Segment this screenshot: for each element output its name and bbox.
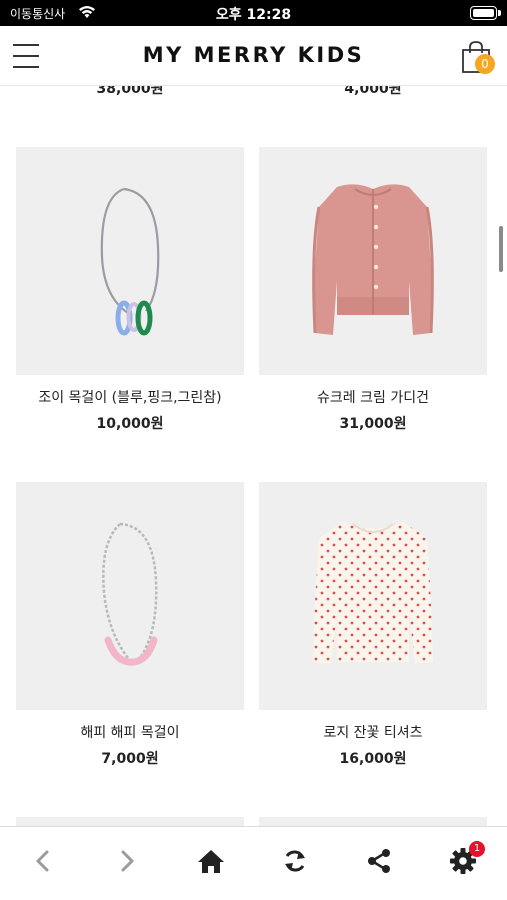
product-price: 10,000원 bbox=[96, 416, 164, 432]
product-image[interactable] bbox=[259, 817, 487, 826]
product-image[interactable] bbox=[259, 147, 487, 375]
product-image[interactable] bbox=[16, 817, 244, 826]
settings-button[interactable]: 1 bbox=[443, 841, 485, 881]
share-icon bbox=[368, 849, 390, 873]
status-bar: 이동통신사 오후 12:28 bbox=[0, 0, 507, 26]
cart-button[interactable]: 0 bbox=[459, 38, 495, 78]
back-icon bbox=[36, 850, 49, 872]
product-list[interactable]: 38,000원 4,000원 조이 목걸이 (블루,핑크,그린참) 10,000… bbox=[0, 86, 507, 826]
scrollbar[interactable] bbox=[499, 226, 503, 272]
forward-icon bbox=[121, 850, 134, 872]
cart-count-badge: 0 bbox=[475, 54, 495, 74]
battery-icon bbox=[470, 6, 501, 20]
share-button[interactable] bbox=[359, 841, 399, 881]
bead-necklace-image bbox=[102, 522, 158, 666]
app-title: MY MERRY KIDS bbox=[142, 43, 365, 67]
tshirt-image bbox=[313, 522, 433, 664]
product-card[interactable]: 슈크레 크림 가디건 31,000원 bbox=[259, 147, 487, 433]
home-icon bbox=[198, 850, 224, 873]
product-image[interactable] bbox=[16, 482, 244, 710]
refresh-icon bbox=[285, 850, 305, 872]
product-name: 해피 해피 목걸이 bbox=[80, 725, 180, 741]
necklace-image bbox=[100, 187, 160, 336]
product-price: 16,000원 bbox=[339, 751, 407, 767]
product-card[interactable]: 해피 해피 목걸이 7,000원 bbox=[16, 482, 244, 768]
product-card[interactable]: 로지 잔꽃 티셔츠 16,000원 bbox=[259, 482, 487, 768]
bottom-toolbar: 1 bbox=[0, 826, 507, 900]
refresh-button[interactable] bbox=[275, 841, 315, 881]
product-price: 31,000원 bbox=[339, 416, 407, 432]
product-name: 로지 잔꽃 티셔츠 bbox=[323, 725, 423, 741]
product-image[interactable] bbox=[16, 147, 244, 375]
clock-time: 오후 12:28 bbox=[215, 7, 292, 23]
product-name: 슈크레 크림 가디건 bbox=[317, 390, 429, 406]
forward-button[interactable] bbox=[107, 841, 147, 881]
product-name: 조이 목걸이 (블루,핑크,그린참) bbox=[38, 390, 222, 406]
product-price: 7,000원 bbox=[101, 751, 159, 767]
partial-product-price: 4,000원 bbox=[344, 86, 402, 97]
cardigan-image bbox=[312, 184, 434, 335]
home-button[interactable] bbox=[191, 841, 231, 881]
product-card[interactable]: 조이 목걸이 (블루,핑크,그린참) 10,000원 bbox=[16, 147, 244, 433]
back-button[interactable] bbox=[23, 841, 63, 881]
app-header: MY MERRY KIDS 0 bbox=[0, 26, 507, 86]
product-image[interactable] bbox=[259, 482, 487, 710]
settings-badge: 1 bbox=[469, 841, 485, 857]
partial-product-price: 38,000원 bbox=[96, 86, 164, 97]
